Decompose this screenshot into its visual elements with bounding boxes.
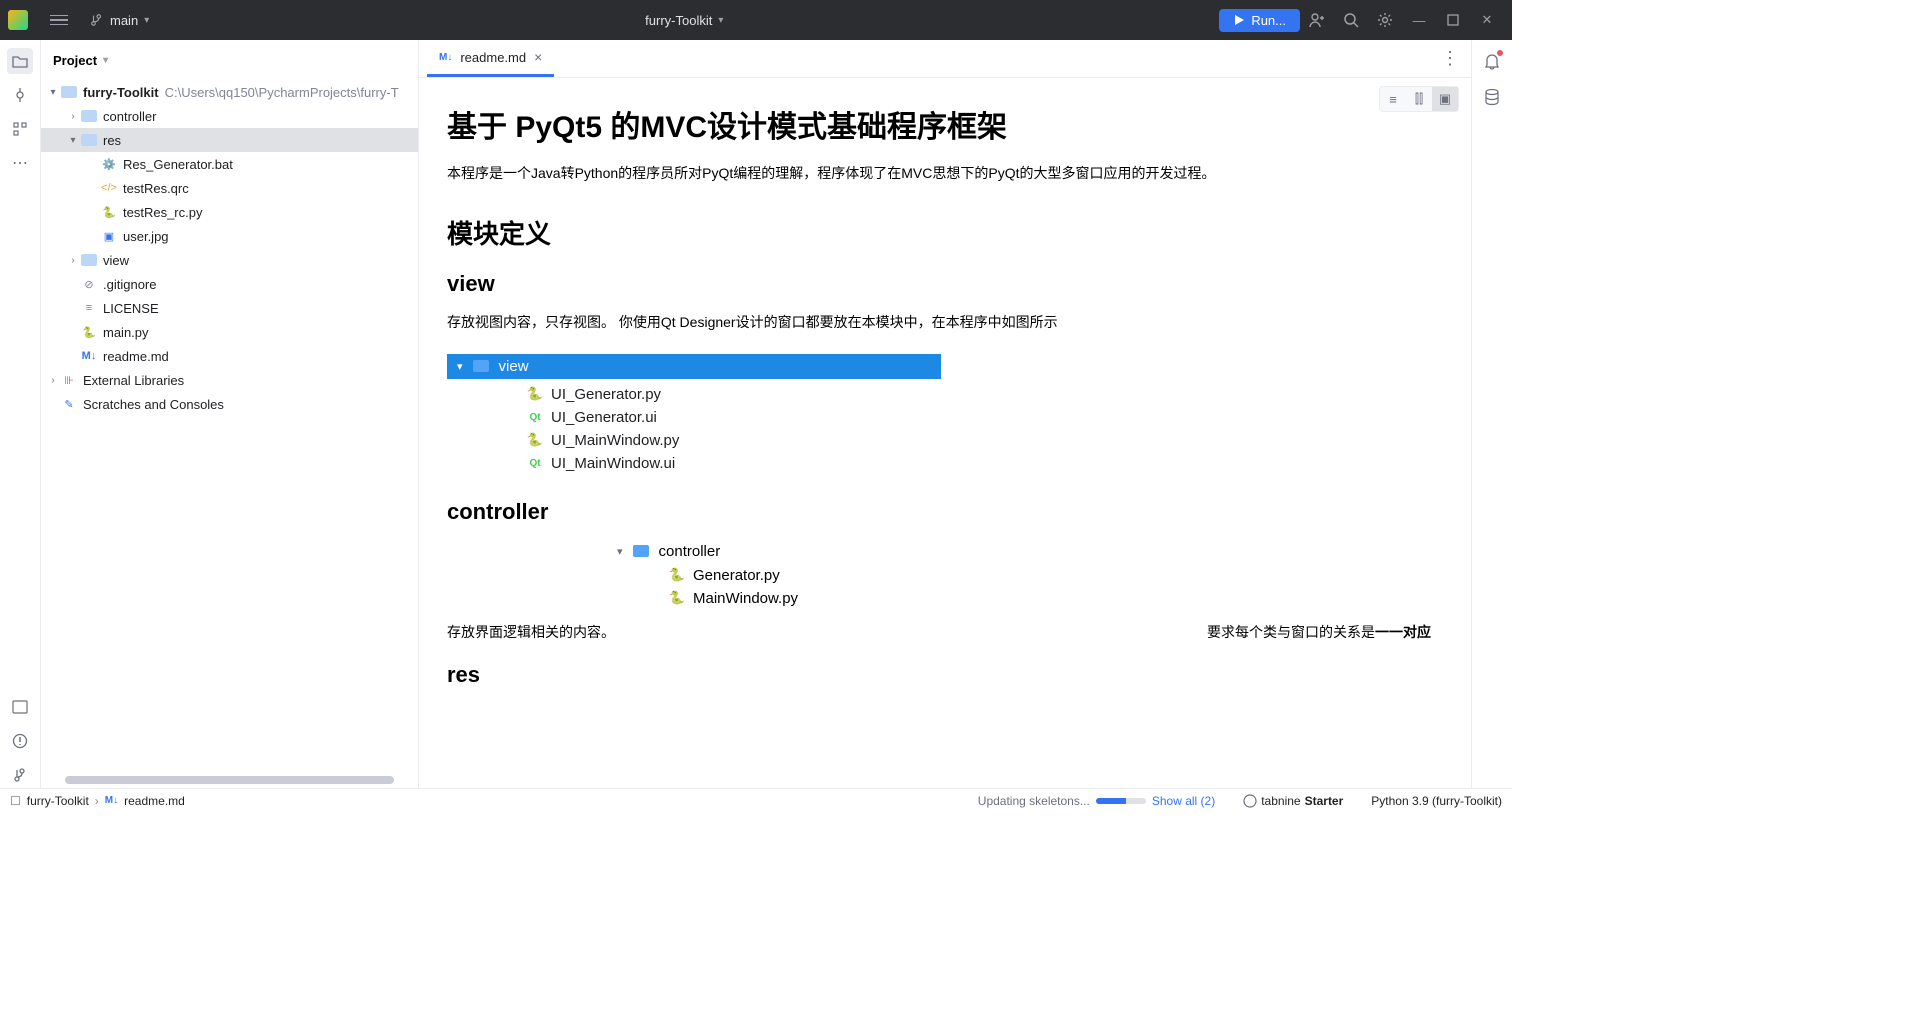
tabnine-icon bbox=[1243, 794, 1257, 808]
tree-folder-res[interactable]: ▾ res bbox=[41, 128, 418, 152]
tree-file[interactable]: ⊘ .gitignore bbox=[41, 272, 418, 296]
breadcrumb[interactable]: ☐ furry-Toolkit › M↓ readme.md bbox=[10, 794, 185, 808]
close-icon[interactable]: ✕ bbox=[1470, 0, 1504, 40]
markdown-file-icon: M↓ bbox=[105, 795, 118, 806]
editor-tabs: M↓ readme.md × ⋮ bbox=[419, 40, 1471, 78]
editor-area: M↓ readme.md × ⋮ ≡ ⫿⫿ ▣ 基于 PyQt5 的MVC设计模… bbox=[419, 40, 1471, 788]
tree-folder-view[interactable]: › view bbox=[41, 248, 418, 272]
doc-paragraph: 存放视图内容，只存视图。 你使用Qt Designer设计的窗口都要放在本模块中… bbox=[447, 311, 1431, 333]
titlebar: main ▾ furry-Toolkit ▾ Run... — ✕ bbox=[0, 0, 1512, 40]
qt-file-icon: Qt bbox=[527, 455, 543, 471]
doc-h3: controller bbox=[447, 499, 1431, 525]
project-title-selector[interactable]: furry-Toolkit ▾ bbox=[149, 13, 1219, 28]
tree-file[interactable]: ≡ LICENSE bbox=[41, 296, 418, 320]
app-logo bbox=[8, 10, 28, 30]
git-branch-selector[interactable]: main ▾ bbox=[90, 13, 149, 28]
python-file-icon: 🐍 bbox=[81, 324, 97, 340]
commit-tool-icon[interactable] bbox=[7, 82, 33, 108]
tabnine-status[interactable]: tabnine Starter bbox=[1243, 794, 1343, 808]
status-task: Updating skeletons... bbox=[978, 794, 1090, 808]
minimize-icon[interactable]: — bbox=[1402, 0, 1436, 40]
python-file-icon: 🐍 bbox=[527, 432, 543, 448]
image-file-icon: ▣ bbox=[101, 228, 117, 244]
doc-h2: 模块定义 bbox=[447, 214, 1431, 251]
horizontal-scrollbar[interactable] bbox=[65, 776, 394, 784]
project-name: furry-Toolkit bbox=[645, 13, 712, 28]
status-bar: ☐ furry-Toolkit › M↓ readme.md Updating … bbox=[0, 788, 1512, 812]
problems-tool-icon[interactable] bbox=[7, 728, 33, 754]
library-icon: ⊪ bbox=[61, 372, 77, 388]
git-tool-icon[interactable] bbox=[7, 762, 33, 788]
run-button[interactable]: Run... bbox=[1219, 9, 1300, 32]
interpreter-status[interactable]: Python 3.9 (furry-Toolkit) bbox=[1371, 794, 1502, 808]
close-tab-icon[interactable]: × bbox=[534, 49, 542, 65]
preview-only-icon[interactable]: ▣ bbox=[1432, 87, 1458, 111]
tree-external-libraries[interactable]: ›⊪ External Libraries bbox=[41, 368, 418, 392]
structure-tool-icon[interactable] bbox=[7, 116, 33, 142]
python-file-icon: 🐍 bbox=[101, 204, 117, 220]
preview-mode-toolbar: ≡ ⫿⫿ ▣ bbox=[1379, 86, 1459, 112]
scratch-icon: ✎ bbox=[61, 396, 77, 412]
split-view-icon[interactable]: ⫿⫿ bbox=[1406, 87, 1432, 111]
tree-folder-controller[interactable]: › controller bbox=[41, 104, 418, 128]
chevron-down-icon: ▾ bbox=[103, 55, 108, 66]
search-icon[interactable] bbox=[1334, 0, 1368, 40]
maximize-icon[interactable] bbox=[1436, 0, 1470, 40]
progress-bar bbox=[1096, 798, 1146, 804]
branch-name: main bbox=[110, 13, 138, 28]
doc-h3: view bbox=[447, 271, 1431, 297]
doc-paragraph: 本程序是一个Java转Python的程序员所对PyQt编程的理解，程序体现了在M… bbox=[447, 162, 1431, 184]
doc-h1: 基于 PyQt5 的MVC设计模式基础程序框架 bbox=[447, 102, 1431, 146]
tree-file[interactable]: ⚙️ Res_Generator.bat bbox=[41, 152, 418, 176]
sidebar-header[interactable]: Project ▾ bbox=[41, 40, 418, 80]
database-icon[interactable] bbox=[1479, 84, 1505, 110]
notification-dot bbox=[1497, 50, 1503, 56]
terminal-tool-icon[interactable] bbox=[7, 694, 33, 720]
qrc-file-icon: </> bbox=[101, 180, 117, 196]
chevron-down-icon: ▾ bbox=[718, 15, 723, 26]
settings-icon[interactable] bbox=[1368, 0, 1402, 40]
tree-file[interactable]: M↓ readme.md bbox=[41, 344, 418, 368]
project-sidebar: Project ▾ ▾ furry-Toolkit C:\Users\qq150… bbox=[41, 40, 419, 788]
view-folder-illustration: ▾view 🐍UI_Generator.py QtUI_Generator.ui… bbox=[447, 354, 941, 479]
qt-file-icon: Qt bbox=[527, 409, 543, 425]
left-tool-rail: ⋯ bbox=[0, 40, 41, 788]
tab-options-icon[interactable]: ⋮ bbox=[1429, 40, 1471, 77]
right-tool-rail bbox=[1471, 40, 1512, 788]
python-file-icon: 🐍 bbox=[527, 386, 543, 402]
editor-only-icon[interactable]: ≡ bbox=[1380, 87, 1406, 111]
notifications-icon[interactable] bbox=[1479, 48, 1505, 74]
main-area: ⋯ Project ▾ ▾ furry-Toolkit C:\Users\qq1… bbox=[0, 40, 1512, 788]
branch-icon bbox=[90, 13, 104, 27]
text-file-icon: ≡ bbox=[81, 300, 97, 316]
tree-scratches[interactable]: ✎ Scratches and Consoles bbox=[41, 392, 418, 416]
bat-file-icon: ⚙️ bbox=[101, 156, 117, 172]
project-tool-icon[interactable] bbox=[7, 48, 33, 74]
markdown-file-icon: M↓ bbox=[439, 52, 452, 63]
tree-file[interactable]: 🐍 main.py bbox=[41, 320, 418, 344]
doc-paragraph-row: 存放界面逻辑相关的内容。 要求每个类与窗口的关系是一一对应 bbox=[447, 622, 1431, 642]
tab-readme[interactable]: M↓ readme.md × bbox=[427, 40, 554, 77]
hamburger-icon[interactable] bbox=[50, 15, 68, 26]
markdown-file-icon: M↓ bbox=[81, 348, 97, 364]
file-tree: ▾ furry-Toolkit C:\Users\qq150\PycharmPr… bbox=[41, 80, 418, 776]
python-file-icon: 🐍 bbox=[669, 567, 685, 583]
python-file-icon: 🐍 bbox=[669, 590, 685, 606]
code-with-me-icon[interactable] bbox=[1300, 0, 1334, 40]
show-all-link[interactable]: Show all (2) bbox=[1152, 794, 1215, 808]
more-tool-icon[interactable]: ⋯ bbox=[7, 150, 33, 176]
doc-h3: res bbox=[447, 662, 1431, 688]
tree-file[interactable]: </> testRes.qrc bbox=[41, 176, 418, 200]
gitignore-file-icon: ⊘ bbox=[81, 276, 97, 292]
controller-folder-illustration: ▾controller 🐍Generator.py 🐍MainWindow.py bbox=[617, 539, 917, 610]
tree-file[interactable]: ▣ user.jpg bbox=[41, 224, 418, 248]
tree-file[interactable]: 🐍 testRes_rc.py bbox=[41, 200, 418, 224]
markdown-preview: ≡ ⫿⫿ ▣ 基于 PyQt5 的MVC设计模式基础程序框架 本程序是一个Jav… bbox=[419, 78, 1471, 788]
play-icon bbox=[1233, 14, 1245, 26]
tree-root[interactable]: ▾ furry-Toolkit C:\Users\qq150\PycharmPr… bbox=[41, 80, 418, 104]
